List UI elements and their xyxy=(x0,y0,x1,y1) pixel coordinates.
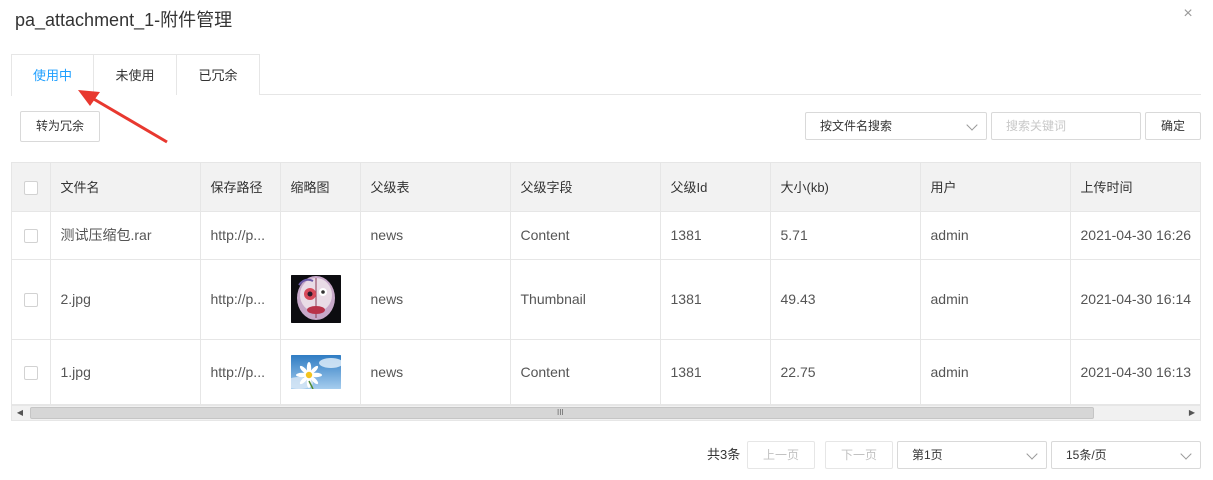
column-header-path[interactable]: 保存路径 xyxy=(200,163,281,212)
cell-path: http://p... xyxy=(200,211,281,260)
select-all-checkbox[interactable] xyxy=(24,180,38,195)
cell-upload-time: 2021-04-30 16:26 xyxy=(1070,211,1200,260)
search-input[interactable] xyxy=(991,112,1141,140)
chevron-down-icon xyxy=(1180,448,1192,460)
portrait-thumbnail-image[interactable] xyxy=(290,275,341,323)
table-row[interactable]: 1.jpg http://p... news Content 1381 22.7… xyxy=(12,339,1200,405)
cell-parent-field: Content xyxy=(510,211,661,260)
table-row[interactable]: 2.jpg http://p... news Thumbnail 1381 49… xyxy=(12,259,1200,340)
chevron-down-icon xyxy=(966,119,978,131)
cell-size: 49.43 xyxy=(770,259,921,340)
tab-unused[interactable]: 未使用 xyxy=(93,54,177,95)
next-page-button[interactable]: 下一页 xyxy=(825,441,893,469)
row-checkbox[interactable] xyxy=(24,293,38,308)
table-row[interactable]: 测试压缩包.rar http://p... news Content 1381 … xyxy=(12,211,1200,260)
column-header-thumbnail[interactable]: 缩略图 xyxy=(280,163,361,212)
search-mode-select[interactable]: 按文件名搜索 xyxy=(805,112,987,140)
cell-parent-field: Thumbnail xyxy=(510,259,661,340)
attachment-table: 文件名 保存路径 缩略图 父级表 父级字段 父级Id 大小(kb) 用户 上传时… xyxy=(11,162,1201,405)
close-icon[interactable]: × xyxy=(1180,6,1196,22)
cell-parent-table: news xyxy=(360,211,511,260)
scrollbar-thumb[interactable]: III xyxy=(30,407,1094,419)
tab-bar: 使用中 未使用 已冗余 xyxy=(11,54,1201,96)
cell-user: admin xyxy=(920,259,1071,340)
cell-parent-table: news xyxy=(360,259,511,340)
tab-in-use[interactable]: 使用中 xyxy=(11,54,94,96)
page-select-label: 第1页 xyxy=(912,448,943,462)
cell-thumbnail xyxy=(280,339,361,405)
cell-filename: 2.jpg xyxy=(50,259,201,340)
cell-path: http://p... xyxy=(200,339,281,405)
page-size-label: 15条/页 xyxy=(1066,448,1107,462)
cell-parent-table: news xyxy=(360,339,511,405)
chevron-down-icon xyxy=(1026,448,1038,460)
confirm-button[interactable]: 确定 xyxy=(1145,112,1201,140)
column-header-size[interactable]: 大小(kb) xyxy=(770,163,921,212)
scroll-right-arrow-icon[interactable]: ▶ xyxy=(1184,406,1200,420)
cell-thumbnail xyxy=(280,259,361,340)
tab-redundant[interactable]: 已冗余 xyxy=(176,54,260,95)
cell-filename: 测试压缩包.rar xyxy=(50,211,201,260)
cell-size: 5.71 xyxy=(770,211,921,260)
column-header-user[interactable]: 用户 xyxy=(920,163,1071,212)
cell-parent-field: Content xyxy=(510,339,661,405)
row-checkbox[interactable] xyxy=(24,365,38,380)
horizontal-scrollbar[interactable]: ◀ III ▶ xyxy=(11,405,1201,421)
mark-redundant-button[interactable]: 转为冗余 xyxy=(20,111,100,142)
cell-parent-id: 1381 xyxy=(660,339,771,405)
scroll-left-arrow-icon[interactable]: ◀ xyxy=(12,406,28,420)
daisy-thumbnail-image[interactable] xyxy=(290,354,341,389)
row-checkbox[interactable] xyxy=(24,229,38,244)
scrollbar-grip-icon: III xyxy=(557,408,564,417)
cell-user: admin xyxy=(920,339,1071,405)
cell-thumbnail xyxy=(280,211,361,260)
cell-filename: 1.jpg xyxy=(50,339,201,405)
search-mode-label: 按文件名搜索 xyxy=(820,119,893,133)
column-header-upload-time[interactable]: 上传时间 xyxy=(1070,163,1200,212)
column-header-parent-id[interactable]: 父级Id xyxy=(660,163,771,212)
column-header-parent-table[interactable]: 父级表 xyxy=(360,163,511,212)
pagination-total: 共3条 xyxy=(707,447,741,462)
column-header-parent-field[interactable]: 父级字段 xyxy=(510,163,661,212)
cell-upload-time: 2021-04-30 16:14 xyxy=(1070,259,1200,340)
column-header-filename[interactable]: 文件名 xyxy=(50,163,201,212)
cell-parent-id: 1381 xyxy=(660,211,771,260)
cell-path: http://p... xyxy=(200,259,281,340)
cell-user: admin xyxy=(920,211,1071,260)
page-size-select[interactable]: 15条/页 xyxy=(1051,441,1201,469)
table-header-row: 文件名 保存路径 缩略图 父级表 父级字段 父级Id 大小(kb) 用户 上传时… xyxy=(12,163,1200,212)
cell-upload-time: 2021-04-30 16:13 xyxy=(1070,339,1200,405)
prev-page-button[interactable]: 上一页 xyxy=(747,441,815,469)
dialog-title: pa_attachment_1-附件管理 xyxy=(15,10,233,30)
cell-parent-id: 1381 xyxy=(660,259,771,340)
cell-size: 22.75 xyxy=(770,339,921,405)
page-select[interactable]: 第1页 xyxy=(897,441,1047,469)
